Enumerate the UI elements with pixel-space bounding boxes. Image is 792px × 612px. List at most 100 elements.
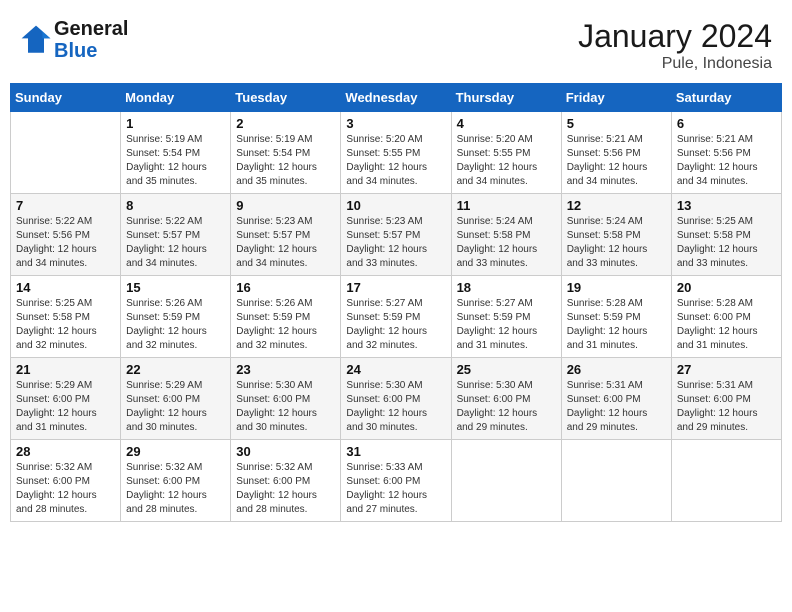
- calendar-cell: 16 Sunrise: 5:26 AM Sunset: 5:59 PM Dayli…: [231, 276, 341, 358]
- day-number: 18: [457, 280, 556, 295]
- day-number: 15: [126, 280, 225, 295]
- header-row: SundayMondayTuesdayWednesdayThursdayFrid…: [11, 84, 782, 112]
- calendar-cell: 13Sunrise: 5:25 AM Sunset: 5:58 PM Dayli…: [671, 194, 781, 276]
- calendar-cell: 10 Sunrise: 5:23 AM Sunset: 5:57 PM Dayli…: [341, 194, 451, 276]
- calendar-cell: 11 Sunrise: 5:24 AM Sunset: 5:58 PM Dayli…: [451, 194, 561, 276]
- day-number: 14: [16, 280, 115, 295]
- day-number: 28: [16, 444, 115, 459]
- month-year-title: January 2024: [578, 18, 772, 55]
- calendar-cell: 1Sunrise: 5:19 AM Sunset: 5:54 PM Daylig…: [121, 112, 231, 194]
- day-info: Sunrise: 5:20 AM Sunset: 5:55 PM Dayligh…: [457, 133, 556, 189]
- day-info: Sunrise: 5:19 AM Sunset: 5:54 PM Dayligh…: [126, 133, 225, 189]
- calendar-cell: 18Sunrise: 5:27 AM Sunset: 5:59 PM Dayli…: [451, 276, 561, 358]
- day-info: Sunrise: 5:22 AM Sunset: 5:56 PM Dayligh…: [16, 215, 115, 271]
- day-number: 17: [346, 280, 445, 295]
- day-number: 4: [457, 116, 556, 131]
- calendar-week-row: 7 Sunrise: 5:22 AM Sunset: 5:56 PM Daylig…: [11, 194, 782, 276]
- calendar-cell: 14 Sunrise: 5:25 AM Sunset: 5:58 PM Dayli…: [11, 276, 121, 358]
- calendar-cell: [11, 112, 121, 194]
- calendar-week-row: 21Sunrise: 5:29 AM Sunset: 6:00 PM Dayli…: [11, 358, 782, 440]
- calendar-cell: 30Sunrise: 5:32 AM Sunset: 6:00 PM Dayli…: [231, 440, 341, 522]
- day-info: Sunrise: 5:21 AM Sunset: 5:56 PM Dayligh…: [677, 133, 776, 189]
- day-number: 22: [126, 362, 225, 377]
- day-number: 30: [236, 444, 335, 459]
- day-info: Sunrise: 5:26 AM Sunset: 5:59 PM Dayligh…: [236, 297, 335, 353]
- day-number: 20: [677, 280, 776, 295]
- calendar-cell: 20 Sunrise: 5:28 AM Sunset: 6:00 PM Dayli…: [671, 276, 781, 358]
- day-number: 29: [126, 444, 225, 459]
- day-number: 11: [457, 198, 556, 213]
- calendar-cell: 3Sunrise: 5:20 AM Sunset: 5:55 PM Daylig…: [341, 112, 451, 194]
- calendar-cell: 27Sunrise: 5:31 AM Sunset: 6:00 PM Dayli…: [671, 358, 781, 440]
- calendar-cell: 25Sunrise: 5:30 AM Sunset: 6:00 PM Dayli…: [451, 358, 561, 440]
- day-info: Sunrise: 5:23 AM Sunset: 5:57 PM Dayligh…: [236, 215, 335, 271]
- calendar-cell: [451, 440, 561, 522]
- day-number: 8: [126, 198, 225, 213]
- day-number: 12: [567, 198, 666, 213]
- day-info: Sunrise: 5:19 AM Sunset: 5:54 PM Dayligh…: [236, 133, 335, 189]
- calendar-cell: 5Sunrise: 5:21 AM Sunset: 5:56 PM Daylig…: [561, 112, 671, 194]
- logo-blue: Blue: [54, 40, 97, 62]
- calendar-cell: 22Sunrise: 5:29 AM Sunset: 6:00 PM Dayli…: [121, 358, 231, 440]
- calendar-cell: 29 Sunrise: 5:32 AM Sunset: 6:00 PM Dayli…: [121, 440, 231, 522]
- logo: General Blue: [20, 18, 128, 62]
- day-info: Sunrise: 5:32 AM Sunset: 6:00 PM Dayligh…: [126, 461, 225, 517]
- calendar-cell: 4 Sunrise: 5:20 AM Sunset: 5:55 PM Daylig…: [451, 112, 561, 194]
- day-number: 7: [16, 198, 115, 213]
- day-info: Sunrise: 5:25 AM Sunset: 5:58 PM Dayligh…: [16, 297, 115, 353]
- day-of-week-header: Wednesday: [341, 84, 451, 112]
- calendar-cell: 8 Sunrise: 5:22 AM Sunset: 5:57 PM Daylig…: [121, 194, 231, 276]
- day-number: 13: [677, 198, 776, 213]
- calendar-week-row: 1Sunrise: 5:19 AM Sunset: 5:54 PM Daylig…: [11, 112, 782, 194]
- logo-icon: [20, 24, 52, 56]
- day-info: Sunrise: 5:30 AM Sunset: 6:00 PM Dayligh…: [346, 379, 445, 435]
- calendar-cell: 24 Sunrise: 5:30 AM Sunset: 6:00 PM Dayli…: [341, 358, 451, 440]
- calendar-cell: 26Sunrise: 5:31 AM Sunset: 6:00 PM Dayli…: [561, 358, 671, 440]
- day-number: 3: [346, 116, 445, 131]
- day-number: 5: [567, 116, 666, 131]
- day-info: Sunrise: 5:28 AM Sunset: 6:00 PM Dayligh…: [677, 297, 776, 353]
- day-of-week-header: Tuesday: [231, 84, 341, 112]
- calendar-cell: [671, 440, 781, 522]
- calendar-cell: 9 Sunrise: 5:23 AM Sunset: 5:57 PM Daylig…: [231, 194, 341, 276]
- calendar-cell: 6Sunrise: 5:21 AM Sunset: 5:56 PM Daylig…: [671, 112, 781, 194]
- day-of-week-header: Sunday: [11, 84, 121, 112]
- day-number: 21: [16, 362, 115, 377]
- day-info: Sunrise: 5:30 AM Sunset: 6:00 PM Dayligh…: [457, 379, 556, 435]
- location-subtitle: Pule, Indonesia: [578, 55, 772, 73]
- day-number: 26: [567, 362, 666, 377]
- calendar-week-row: 28 Sunrise: 5:32 AM Sunset: 6:00 PM Dayli…: [11, 440, 782, 522]
- day-of-week-header: Thursday: [451, 84, 561, 112]
- calendar-cell: 12 Sunrise: 5:24 AM Sunset: 5:58 PM Dayli…: [561, 194, 671, 276]
- day-number: 10: [346, 198, 445, 213]
- day-info: Sunrise: 5:32 AM Sunset: 6:00 PM Dayligh…: [16, 461, 115, 517]
- day-number: 24: [346, 362, 445, 377]
- day-info: Sunrise: 5:31 AM Sunset: 6:00 PM Dayligh…: [677, 379, 776, 435]
- calendar-week-row: 14 Sunrise: 5:25 AM Sunset: 5:58 PM Dayli…: [11, 276, 782, 358]
- calendar-cell: 15 Sunrise: 5:26 AM Sunset: 5:59 PM Dayli…: [121, 276, 231, 358]
- day-info: Sunrise: 5:23 AM Sunset: 5:57 PM Dayligh…: [346, 215, 445, 271]
- calendar-cell: 17 Sunrise: 5:27 AM Sunset: 5:59 PM Dayli…: [341, 276, 451, 358]
- calendar-cell: 31Sunrise: 5:33 AM Sunset: 6:00 PM Dayli…: [341, 440, 451, 522]
- day-info: Sunrise: 5:33 AM Sunset: 6:00 PM Dayligh…: [346, 461, 445, 517]
- day-number: 2: [236, 116, 335, 131]
- day-of-week-header: Friday: [561, 84, 671, 112]
- calendar-cell: 7 Sunrise: 5:22 AM Sunset: 5:56 PM Daylig…: [11, 194, 121, 276]
- day-info: Sunrise: 5:24 AM Sunset: 5:58 PM Dayligh…: [567, 215, 666, 271]
- day-info: Sunrise: 5:27 AM Sunset: 5:59 PM Dayligh…: [346, 297, 445, 353]
- calendar-cell: 19 Sunrise: 5:28 AM Sunset: 5:59 PM Dayli…: [561, 276, 671, 358]
- day-info: Sunrise: 5:22 AM Sunset: 5:57 PM Dayligh…: [126, 215, 225, 271]
- calendar-cell: 21Sunrise: 5:29 AM Sunset: 6:00 PM Dayli…: [11, 358, 121, 440]
- day-info: Sunrise: 5:26 AM Sunset: 5:59 PM Dayligh…: [126, 297, 225, 353]
- calendar-cell: 23Sunrise: 5:30 AM Sunset: 6:00 PM Dayli…: [231, 358, 341, 440]
- title-block: January 2024 Pule, Indonesia: [578, 18, 772, 73]
- day-number: 19: [567, 280, 666, 295]
- day-number: 16: [236, 280, 335, 295]
- calendar-table: SundayMondayTuesdayWednesdayThursdayFrid…: [10, 83, 782, 522]
- day-number: 9: [236, 198, 335, 213]
- day-info: Sunrise: 5:24 AM Sunset: 5:58 PM Dayligh…: [457, 215, 556, 271]
- day-info: Sunrise: 5:28 AM Sunset: 5:59 PM Dayligh…: [567, 297, 666, 353]
- calendar-cell: 2 Sunrise: 5:19 AM Sunset: 5:54 PM Daylig…: [231, 112, 341, 194]
- day-number: 23: [236, 362, 335, 377]
- calendar-cell: [561, 440, 671, 522]
